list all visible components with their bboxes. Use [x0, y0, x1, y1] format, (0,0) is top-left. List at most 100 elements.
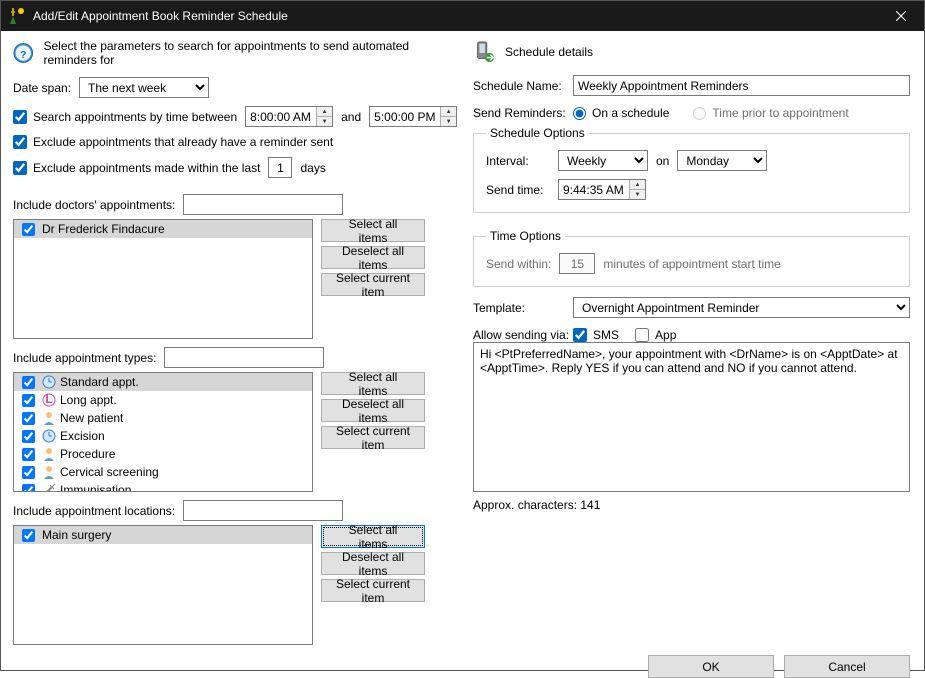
date-span-select[interactable]: The next week [79, 77, 209, 98]
type-item-checkbox[interactable] [22, 448, 35, 461]
close-icon [896, 11, 906, 21]
exclude-days-input[interactable] [269, 158, 291, 177]
send-time-input[interactable] [559, 180, 629, 199]
exclude-within-cb-label: Exclude appointments made within the las… [33, 161, 260, 175]
select-all-button[interactable]: Select all items [321, 372, 425, 395]
list-item[interactable]: Cervical screening [14, 463, 312, 481]
close-button[interactable] [878, 1, 924, 31]
ok-button[interactable]: OK [648, 655, 774, 678]
select-current-button[interactable]: Select current item [321, 273, 425, 296]
types-list[interactable]: Standard appt.LLong appt. New patient Exci… [13, 372, 313, 492]
radio-on-schedule-input[interactable] [573, 107, 586, 120]
list-item[interactable]: LLong appt. [14, 391, 312, 409]
search-time-checkbox[interactable]: Search appointments by time between [13, 110, 237, 124]
app-cb-input[interactable] [635, 328, 649, 342]
select-current-button[interactable]: Select current item [321, 426, 425, 449]
types-label: Include appointment types: [13, 351, 156, 365]
cancel-button[interactable]: Cancel [784, 655, 910, 678]
spin-down-icon[interactable]: ▼ [441, 117, 456, 126]
type-item-checkbox[interactable] [22, 430, 35, 443]
time-options-fieldset: Time Options Send within: minutes of app… [473, 229, 910, 287]
list-item[interactable]: New patient [14, 409, 312, 427]
search-time-cb-input[interactable] [13, 110, 27, 124]
time-from-spinner[interactable]: ▲▼ [245, 106, 333, 127]
clock-icon [42, 375, 56, 389]
exclude-reminder-cb-label: Exclude appointments that already have a… [33, 135, 333, 149]
interval-select[interactable]: Weekly [558, 150, 648, 171]
time-to-spinner[interactable]: ▲▼ [369, 106, 457, 127]
left-column: ? Select the parameters to search for ap… [13, 39, 453, 645]
type-item-label: Procedure [60, 447, 115, 461]
location-item-label: Main surgery [42, 528, 111, 542]
template-label: Template: [473, 301, 573, 315]
type-item-checkbox[interactable] [22, 466, 35, 479]
day-select[interactable]: Monday [677, 150, 767, 171]
help-icon: ? [13, 42, 34, 64]
doctor-item-checkbox[interactable] [22, 223, 35, 236]
deselect-all-button[interactable]: Deselect all items [321, 246, 425, 269]
type-item-checkbox[interactable] [22, 412, 35, 425]
select-all-button[interactable]: Select all items [321, 525, 425, 548]
time-from-input[interactable] [246, 107, 316, 126]
type-item-label: New patient [60, 411, 123, 425]
doctors-list[interactable]: Dr Frederick Findacure [13, 219, 313, 339]
type-item-label: Immunisation [60, 483, 131, 492]
svg-text:?: ? [20, 50, 26, 61]
spin-up-icon[interactable]: ▲ [317, 107, 332, 117]
send-reminders-label: Send Reminders: [473, 106, 573, 120]
select-current-button[interactable]: Select current item [321, 579, 425, 602]
app-icon [9, 8, 25, 24]
deselect-all-button[interactable]: Deselect all items [321, 552, 425, 575]
types-label-row: Include appointment types: [13, 347, 453, 368]
date-span-row: Date span: The next week [13, 77, 453, 98]
send-time-label: Send time: [486, 183, 558, 197]
app-checkbox[interactable]: App [635, 328, 676, 342]
types-filter-input[interactable] [164, 347, 324, 368]
locations-filter-input[interactable] [183, 500, 343, 521]
template-textarea[interactable] [473, 342, 910, 492]
schedule-name-input[interactable] [573, 75, 910, 96]
doctors-buttons: Select all items Deselect all items Sele… [321, 219, 425, 296]
interval-label: Interval: [486, 154, 558, 168]
list-item[interactable]: Main surgery [14, 526, 312, 544]
exclude-within-cb-input[interactable] [13, 161, 27, 175]
list-item[interactable]: Standard appt. [14, 373, 312, 391]
spin-down-icon[interactable]: ▼ [630, 190, 645, 199]
time-to-input[interactable] [370, 107, 440, 126]
and-label: and [341, 110, 361, 124]
time-options-legend: Time Options [486, 229, 565, 243]
intro-text: Select the parameters to search for appo… [44, 39, 454, 67]
select-all-button[interactable]: Select all items [321, 219, 425, 242]
list-item[interactable]: Excision [14, 427, 312, 445]
type-item-checkbox[interactable] [22, 376, 35, 389]
person-icon [42, 447, 56, 461]
list-item[interactable]: Dr Frederick Findacure [14, 220, 312, 238]
sms-checkbox[interactable]: SMS [573, 328, 619, 342]
intro-row: ? Select the parameters to search for ap… [13, 39, 453, 67]
spin-down-icon[interactable]: ▼ [317, 117, 332, 126]
radio-time-prior[interactable]: Time prior to appointment [693, 106, 848, 120]
location-item-checkbox[interactable] [22, 529, 35, 542]
list-item[interactable]: Procedure [14, 445, 312, 463]
doctor-item-label: Dr Frederick Findacure [42, 222, 165, 236]
radio-time-prior-input[interactable] [693, 107, 706, 120]
list-item[interactable]: Immunisation [14, 481, 312, 492]
locations-label: Include appointment locations: [13, 504, 175, 518]
sms-cb-input[interactable] [573, 328, 587, 342]
exclude-within-checkbox[interactable]: Exclude appointments made within the las… [13, 161, 260, 175]
spin-up-icon[interactable]: ▲ [441, 107, 456, 117]
send-time-spinner[interactable]: ▲▼ [558, 179, 646, 200]
locations-list[interactable]: Main surgery [13, 525, 313, 645]
deselect-all-button[interactable]: Deselect all items [321, 399, 425, 422]
person-icon [42, 411, 56, 425]
radio-on-schedule[interactable]: On a schedule [573, 106, 669, 120]
spin-up-icon[interactable]: ▲ [630, 180, 645, 190]
exclude-days-spinner[interactable] [268, 157, 292, 178]
exclude-reminder-cb-input[interactable] [13, 135, 27, 149]
doctors-filter-input[interactable] [183, 194, 343, 215]
template-select[interactable]: Overnight Appointment Reminder [573, 297, 910, 318]
type-item-checkbox[interactable] [22, 394, 35, 407]
type-item-checkbox[interactable] [22, 484, 35, 493]
exclude-reminder-checkbox[interactable]: Exclude appointments that already have a… [13, 135, 333, 149]
right-column: Schedule details Schedule Name: Send Rem… [473, 39, 910, 645]
